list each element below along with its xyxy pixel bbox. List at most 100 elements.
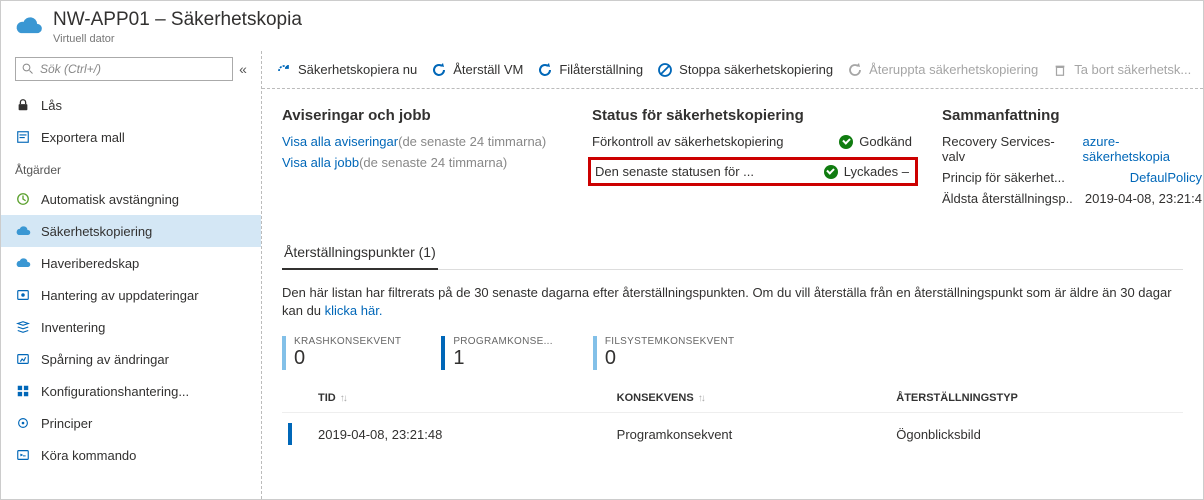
summary-heading: Sammanfattning xyxy=(942,107,1202,124)
sidebar: Sök (Ctrl+/) « Lås Exportera mall Åtgärd… xyxy=(1,51,262,499)
sort-icon: ↑↓ xyxy=(698,393,704,404)
policy-key: Princip för säkerhet... xyxy=(942,170,1065,185)
alerts-heading: Aviseringar och jobb xyxy=(282,107,562,124)
trash-icon xyxy=(1052,62,1068,78)
sort-icon: ↑↓ xyxy=(340,393,346,404)
backup-now-icon xyxy=(276,62,292,78)
sidebar-item-auto-shutdown[interactable]: Automatisk avstängning xyxy=(1,183,261,215)
last-status-label: Den senaste statusen för ... xyxy=(595,164,754,179)
row-marker xyxy=(288,423,292,445)
cell-recovery-type: Ögonblicksbild xyxy=(890,413,1183,456)
search-input[interactable]: Sök (Ctrl+/) xyxy=(15,57,233,81)
sidebar-item-inventory[interactable]: Inventering xyxy=(1,311,261,343)
button-label: Ta bort säkerhetsk... xyxy=(1074,62,1191,77)
stop-backup-button[interactable]: Stoppa säkerhetskopiering xyxy=(657,62,833,78)
updates-icon xyxy=(15,287,31,303)
resume-icon xyxy=(847,62,863,78)
clock-icon xyxy=(15,191,31,207)
restore-points-tab[interactable]: Återställningspunkter (1) xyxy=(282,238,438,270)
command-icon xyxy=(15,447,31,463)
button-label: Filåterställning xyxy=(559,62,643,77)
sidebar-item-policies[interactable]: Principer xyxy=(1,407,261,439)
precheck-value: Godkänd xyxy=(859,134,912,149)
metric-value: 1 xyxy=(453,347,553,370)
success-icon xyxy=(839,135,853,149)
cloud-icon xyxy=(15,255,31,271)
sidebar-item-label: Automatisk avstängning xyxy=(41,192,179,207)
sidebar-item-label: Konfigurationshantering... xyxy=(41,384,189,399)
oldest-value: 2019-04-08, 23:21:4 xyxy=(1085,191,1202,206)
click-here-link[interactable]: klicka här. xyxy=(325,303,383,318)
sidebar-item-config-management[interactable]: Konfigurationshantering... xyxy=(1,375,261,407)
success-icon xyxy=(824,165,838,179)
command-bar: Säkerhetskopiera nu Återställ VM Filåter… xyxy=(262,51,1203,89)
oldest-key: Äldsta återställningsp.. xyxy=(942,191,1073,206)
button-label: Stoppa säkerhetskopiering xyxy=(679,62,833,77)
cloud-icon xyxy=(15,14,43,36)
sidebar-item-run-command[interactable]: Köra kommando xyxy=(1,439,261,471)
restore-vm-button[interactable]: Återställ VM xyxy=(431,62,523,78)
sidebar-item-label: Spårning av ändringar xyxy=(41,352,169,367)
page-subtitle: Virtuell dator xyxy=(53,33,302,45)
vault-link[interactable]: azure-säkerhetskopia xyxy=(1083,134,1202,164)
button-label: Återuppta säkerhetskopiering xyxy=(869,62,1038,77)
lock-icon xyxy=(15,97,31,113)
column-consistency[interactable]: KONSEKVENS↑↓ xyxy=(611,384,891,413)
view-alerts-suffix: (de senaste 24 timmarna) xyxy=(398,134,546,149)
delete-backup-button: Ta bort säkerhetsk... xyxy=(1052,62,1191,78)
policy-icon xyxy=(15,415,31,431)
metric-label: PROGRAMKONSE... xyxy=(453,336,553,347)
column-recovery-type[interactable]: ÅTERSTÄLLNINGSTYP xyxy=(890,384,1183,413)
file-restore-icon xyxy=(537,62,553,78)
search-placeholder: Sök (Ctrl+/) xyxy=(40,62,101,76)
sidebar-item-label: Lås xyxy=(41,98,62,113)
sidebar-item-label: Köra kommando xyxy=(41,448,136,463)
file-restore-button[interactable]: Filåterställning xyxy=(537,62,643,78)
sidebar-item-label: Hantering av uppdateringar xyxy=(41,288,199,303)
page-header: NW-APP01 – Säkerhetskopia Virtuell dator xyxy=(1,1,1203,51)
metric-fs-consistent[interactable]: FILSYSTEMKONSEKVENT 0 xyxy=(593,336,735,370)
metric-crash-consistent[interactable]: KRASHKONSEKVENT 0 xyxy=(282,336,401,370)
backup-now-button[interactable]: Säkerhetskopiera nu xyxy=(276,62,417,78)
search-icon xyxy=(22,63,34,75)
sidebar-item-label: Principer xyxy=(41,416,92,431)
metric-label: KRASHKONSEKVENT xyxy=(294,336,401,347)
button-label: Återställ VM xyxy=(453,62,523,77)
last-status-value: Lyckades – xyxy=(844,164,909,179)
cloud-icon xyxy=(15,223,31,239)
sidebar-item-backup[interactable]: Säkerhetskopiering xyxy=(1,215,261,247)
table-row[interactable]: 2019-04-08, 23:21:48 Programkonsekvent Ö… xyxy=(282,413,1183,456)
metric-label: FILSYSTEMKONSEKVENT xyxy=(605,336,735,347)
resume-backup-button: Återuppta säkerhetskopiering xyxy=(847,62,1038,78)
vault-key: Recovery Services-valv xyxy=(942,134,1073,164)
stop-icon xyxy=(657,62,673,78)
stack-icon xyxy=(15,319,31,335)
view-all-jobs-link[interactable]: Visa alla jobb xyxy=(282,155,359,170)
view-jobs-suffix: (de senaste 24 timmarna) xyxy=(359,155,507,170)
sidebar-item-label: Inventering xyxy=(41,320,105,335)
button-label: Säkerhetskopiera nu xyxy=(298,62,417,77)
last-backup-status-highlight: Den senaste statusen för ... Lyckades – xyxy=(588,157,918,186)
metric-app-consistent[interactable]: PROGRAMKONSE... 1 xyxy=(441,336,553,370)
restore-points-description: Den här listan har filtrerats på de 30 s… xyxy=(282,284,1183,320)
column-time[interactable]: TID↑↓ xyxy=(312,384,611,413)
status-heading: Status för säkerhetskopiering xyxy=(592,107,912,124)
metric-value: 0 xyxy=(294,347,401,370)
cell-consistency: Programkonsekvent xyxy=(611,413,891,456)
export-icon xyxy=(15,129,31,145)
sidebar-item-update-management[interactable]: Hantering av uppdateringar xyxy=(1,279,261,311)
cell-time: 2019-04-08, 23:21:48 xyxy=(312,413,611,456)
sidebar-item-change-tracking[interactable]: Spårning av ändringar xyxy=(1,343,261,375)
page-title: NW-APP01 – Säkerhetskopia xyxy=(53,9,302,31)
policy-link[interactable]: DefaulPolicy xyxy=(1130,170,1202,185)
metric-value: 0 xyxy=(605,347,735,370)
sidebar-item-label: Haveriberedskap xyxy=(41,256,139,271)
sidebar-item-locks[interactable]: Lås xyxy=(1,89,261,121)
track-icon xyxy=(15,351,31,367)
sidebar-item-disaster-recovery[interactable]: Haveriberedskap xyxy=(1,247,261,279)
sidebar-item-export-template[interactable]: Exportera mall xyxy=(1,121,261,153)
view-all-alerts-link[interactable]: Visa alla aviseringar xyxy=(282,134,398,149)
sidebar-collapse-icon[interactable]: « xyxy=(233,61,253,77)
restore-points-table: TID↑↓ KONSEKVENS↑↓ ÅTERSTÄLLNINGSTYP 201… xyxy=(282,384,1183,455)
precheck-label: Förkontroll av säkerhetskopiering xyxy=(592,134,783,149)
